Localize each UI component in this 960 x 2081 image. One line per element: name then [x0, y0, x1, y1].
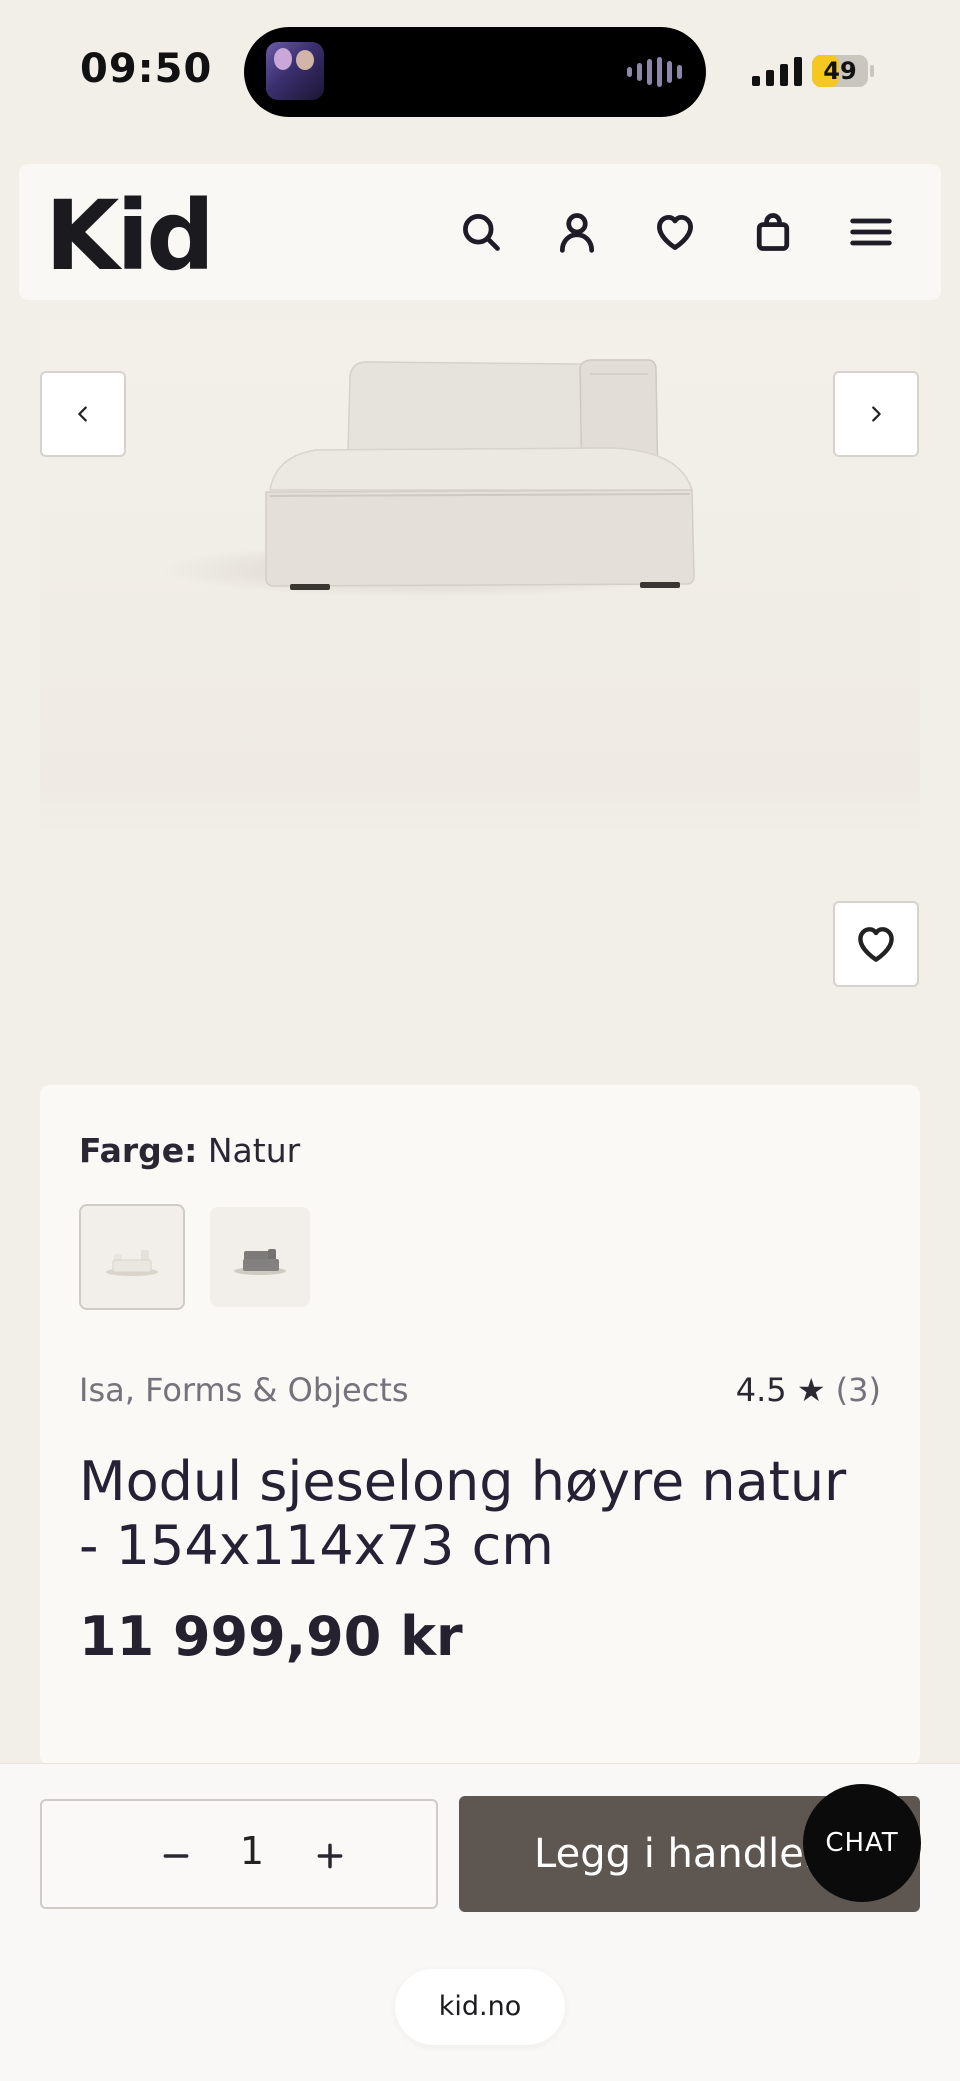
star-icon: ★: [796, 1371, 826, 1409]
color-label: Farge:: [79, 1131, 198, 1170]
quantity-decrease-button[interactable]: [148, 1828, 204, 1884]
menu-icon[interactable]: [843, 204, 899, 260]
wishlist-icon[interactable]: [647, 204, 703, 260]
chat-button[interactable]: CHAT: [803, 1784, 921, 1902]
quantity-stepper: 1: [40, 1799, 438, 1909]
color-value: Natur: [207, 1131, 301, 1170]
product-price: 11 999,90 kr: [79, 1605, 463, 1668]
status-time: 09:50: [80, 46, 213, 92]
search-icon[interactable]: [453, 204, 509, 260]
color-selection-label: Farge: Natur: [79, 1131, 300, 1170]
dynamic-island[interactable]: [244, 27, 706, 117]
product-title: Modul sjeselong høyre natur - 154x114x73…: [79, 1450, 847, 1577]
battery-level: 49: [823, 57, 857, 85]
heart-icon: [858, 927, 894, 962]
account-icon[interactable]: [549, 204, 605, 260]
battery-cap: [870, 65, 874, 77]
quantity-value[interactable]: 1: [232, 1829, 272, 1873]
cart-icon[interactable]: [745, 204, 801, 260]
audio-waveform-icon: [627, 57, 682, 87]
gallery-next-button[interactable]: [833, 371, 919, 457]
now-playing-artwork: [266, 42, 324, 100]
color-swatch-natur[interactable]: [79, 1204, 185, 1310]
product-brand[interactable]: Isa, Forms & Objects: [79, 1371, 409, 1409]
browser-url-pill[interactable]: kid.no: [395, 1969, 565, 2045]
chevron-right-icon: [872, 406, 881, 422]
rating-count: (3): [835, 1371, 881, 1409]
color-swatch-gra[interactable]: [210, 1207, 310, 1307]
gallery-prev-button[interactable]: [40, 371, 126, 457]
product-gallery[interactable]: [0, 300, 960, 1080]
chevron-left-icon: [78, 406, 87, 422]
swatch-natur-thumbnail: [106, 1250, 158, 1276]
swatch-gra-thumbnail: [234, 1249, 286, 1275]
add-to-cart-bar: 1 Legg i handlekurv CHAT kid.no: [0, 1763, 960, 2081]
quantity-increase-button[interactable]: [302, 1828, 358, 1884]
product-info-card: Farge: Natur Isa, Forms & Objects 4.5 ★ …: [40, 1085, 920, 1775]
rating-value: 4.5: [735, 1371, 787, 1409]
product-rating[interactable]: 4.5 ★ (3): [736, 1371, 881, 1409]
plus-icon: [317, 1843, 343, 1869]
site-header: Kid: [19, 164, 941, 300]
status-bar: 09:50 49: [0, 0, 960, 140]
battery-icon: 49: [812, 55, 868, 87]
kid-logo[interactable]: Kid: [45, 180, 215, 292]
sofa-chaise-image: [160, 359, 700, 598]
cellular-signal-icon: [752, 56, 802, 86]
minus-icon: [163, 1854, 189, 1858]
add-to-wishlist-button[interactable]: [833, 901, 919, 987]
